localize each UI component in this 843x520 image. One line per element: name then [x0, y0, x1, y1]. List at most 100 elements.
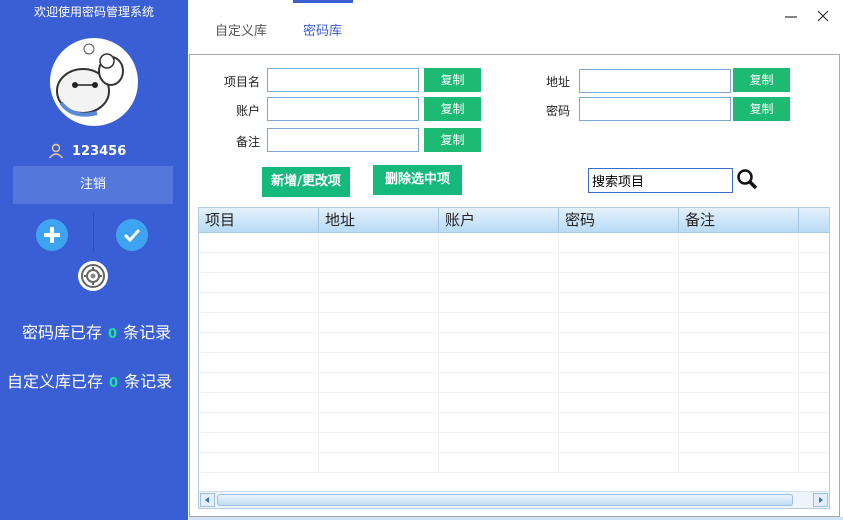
- table-cell: [799, 453, 829, 472]
- logout-button[interactable]: 注销: [13, 166, 173, 204]
- table-cell: [799, 433, 829, 452]
- user-icon: [48, 143, 64, 159]
- records-table[interactable]: 项目 地址 账户 密码 备注: [198, 207, 830, 509]
- add-update-button[interactable]: 新增/更改项: [262, 167, 350, 197]
- table-cell: [439, 433, 559, 452]
- table-cell: [559, 433, 679, 452]
- search-icon[interactable]: [736, 168, 758, 190]
- arrow-right-icon: [819, 497, 823, 503]
- table-cell: [199, 373, 319, 392]
- table-cell: [799, 353, 829, 372]
- table-cell: [319, 253, 439, 272]
- column-header-password[interactable]: 密码: [559, 208, 679, 232]
- table-cell: [559, 313, 679, 332]
- table-row[interactable]: [199, 293, 829, 313]
- table-cell: [439, 393, 559, 412]
- column-header-project[interactable]: 项目: [199, 208, 319, 232]
- table-cell: [559, 253, 679, 272]
- note-input[interactable]: [267, 128, 419, 152]
- stat-suffix: 条记录: [124, 372, 173, 391]
- table-cell: [799, 253, 829, 272]
- table-body: [199, 233, 829, 491]
- column-header-note[interactable]: 备注: [679, 208, 799, 232]
- scroll-left-button[interactable]: [200, 493, 215, 507]
- table-cell: [319, 273, 439, 292]
- table-cell: [199, 413, 319, 432]
- table-cell: [319, 393, 439, 412]
- table-cell: [799, 373, 829, 392]
- table-row[interactable]: [199, 393, 829, 413]
- table-cell: [199, 433, 319, 452]
- table-cell: [799, 273, 829, 292]
- table-cell: [199, 253, 319, 272]
- table-cell: [559, 373, 679, 392]
- table-row[interactable]: [199, 233, 829, 253]
- table-cell: [799, 313, 829, 332]
- table-cell: [199, 233, 319, 252]
- table-cell: [559, 393, 679, 412]
- table-cell: [439, 413, 559, 432]
- baymax-avatar-icon: [53, 41, 135, 123]
- table-cell: [679, 253, 799, 272]
- table-row[interactable]: [199, 373, 829, 393]
- divider: [93, 212, 94, 252]
- account-input[interactable]: [267, 97, 419, 121]
- scroll-thumb[interactable]: [217, 494, 793, 506]
- table-cell: [439, 273, 559, 292]
- table-cell: [199, 273, 319, 292]
- table-cell: [199, 313, 319, 332]
- copy-account-button[interactable]: 复制: [424, 97, 481, 121]
- tab-bar: 自定义库 密码库: [188, 0, 843, 54]
- delete-selected-button[interactable]: 删除选中项: [373, 165, 462, 195]
- table-row[interactable]: [199, 253, 829, 273]
- tab-custom-library[interactable]: 自定义库: [215, 20, 267, 39]
- gear-icon: [81, 264, 105, 288]
- table-cell: [799, 413, 829, 432]
- table-cell: [319, 373, 439, 392]
- table-cell: [319, 333, 439, 352]
- plus-icon: [44, 227, 60, 243]
- copy-password-button[interactable]: 复制: [733, 97, 790, 121]
- password-input[interactable]: [579, 97, 731, 121]
- tab-password-library[interactable]: 密码库: [303, 20, 342, 39]
- table-row[interactable]: [199, 353, 829, 373]
- table-row[interactable]: [199, 313, 829, 333]
- project-name-input[interactable]: [267, 68, 419, 92]
- minimize-icon[interactable]: [783, 8, 799, 24]
- column-header-address[interactable]: 地址: [319, 208, 439, 232]
- account-label: 账户: [235, 104, 260, 118]
- close-icon[interactable]: [815, 8, 831, 24]
- checkmark-icon: [123, 228, 141, 243]
- table-cell: [439, 453, 559, 472]
- table-cell: [319, 453, 439, 472]
- table-cell: [679, 353, 799, 372]
- custom-lib-count: 自定义库已存 0 条记录: [7, 368, 195, 392]
- table-row[interactable]: [199, 413, 829, 433]
- search-input[interactable]: [588, 168, 733, 193]
- table-cell: [679, 273, 799, 292]
- add-button[interactable]: [36, 219, 68, 251]
- copy-note-button[interactable]: 复制: [424, 128, 481, 152]
- table-cell: [799, 333, 829, 352]
- avatar[interactable]: [50, 38, 138, 126]
- column-header-account[interactable]: 账户: [439, 208, 559, 232]
- table-cell: [319, 233, 439, 252]
- copy-project-button[interactable]: 复制: [424, 68, 481, 92]
- address-input[interactable]: [579, 69, 731, 93]
- table-cell: [439, 233, 559, 252]
- table-cell: [199, 333, 319, 352]
- table-cell: [679, 373, 799, 392]
- table-row[interactable]: [199, 273, 829, 293]
- horizontal-scrollbar[interactable]: [199, 491, 829, 508]
- copy-address-button[interactable]: 复制: [733, 68, 790, 92]
- table-row[interactable]: [199, 433, 829, 453]
- table-cell: [319, 293, 439, 312]
- scroll-right-button[interactable]: [813, 493, 828, 507]
- table-row[interactable]: [199, 453, 829, 473]
- settings-button[interactable]: [78, 261, 108, 291]
- table-row[interactable]: [199, 333, 829, 353]
- confirm-button[interactable]: [116, 219, 148, 251]
- note-label: 备注: [235, 135, 260, 149]
- table-cell: [799, 233, 829, 252]
- table-cell: [679, 313, 799, 332]
